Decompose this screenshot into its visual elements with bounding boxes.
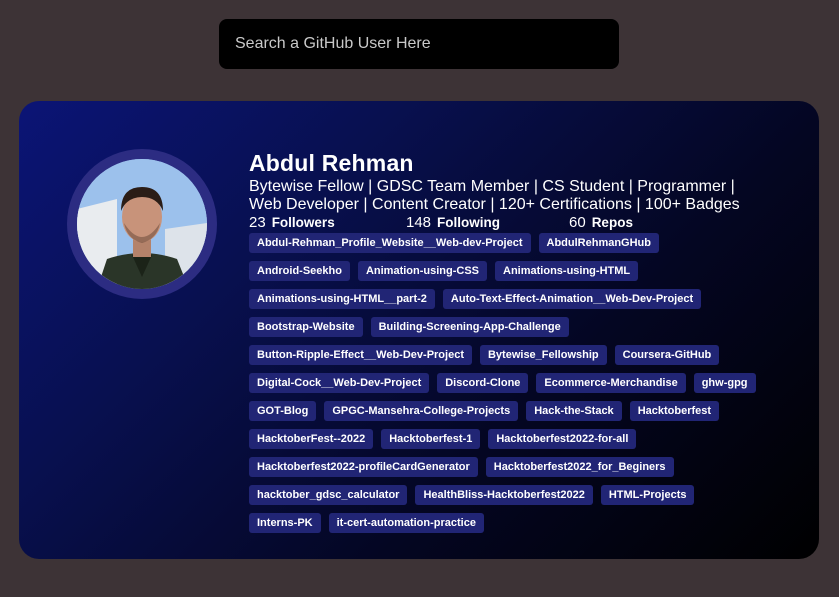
following-count: 148 — [406, 214, 432, 231]
repo-link[interactable]: Auto-Text-Effect-Animation__Web-Dev-Proj… — [442, 289, 702, 309]
repo-link[interactable]: AbdulRehmanGHub — [538, 233, 659, 253]
repo-link[interactable]: HealthBliss-Hacktoberfest2022 — [415, 485, 593, 505]
repo-link[interactable]: Hacktoberfest2022-profileCardGenerator — [249, 457, 478, 477]
repo-link[interactable]: hacktober_gdsc_calculator — [249, 485, 408, 505]
repo-link[interactable]: HTML-Projects — [600, 485, 695, 505]
profile-bio: Bytewise Fellow | GDSC Team Member | CS … — [249, 178, 740, 213]
repo-link[interactable]: it-cert-automation-practice — [328, 513, 484, 533]
followers-count: 23 — [249, 214, 266, 231]
repo-link[interactable]: Abdul-Rehman_Profile_Website__Web-dev-Pr… — [249, 233, 531, 253]
followers-stat: 23 Followers — [249, 215, 406, 231]
repo-link[interactable]: Hacktoberfest — [629, 401, 720, 421]
repo-link[interactable]: GOT-Blog — [249, 401, 317, 421]
repo-link[interactable]: GPGC-Mansehra-College-Projects — [324, 401, 519, 421]
repos-stat: 60 Repos — [569, 215, 633, 231]
repo-link[interactable]: Animations-using-HTML__part-2 — [249, 289, 435, 309]
repo-link[interactable]: Discord-Clone — [437, 373, 529, 393]
repos-label: Repos — [591, 215, 633, 230]
repo-link[interactable]: Bootstrap-Website — [249, 317, 363, 337]
repo-link[interactable]: Hacktoberfest2022-for-all — [488, 429, 637, 449]
repo-link[interactable]: Button-Ripple-Effect__Web-Dev-Project — [249, 345, 472, 365]
avatar — [77, 159, 207, 289]
repo-link[interactable]: Interns-PK — [249, 513, 321, 533]
repo-link[interactable]: Bytewise_Fellowship — [479, 345, 607, 365]
following-label: Following — [437, 215, 501, 230]
repo-link[interactable]: Animations-using-HTML — [495, 261, 639, 281]
profile-name: Abdul Rehman — [249, 150, 414, 176]
repo-link[interactable]: HacktoberFest--2022 — [249, 429, 374, 449]
repo-link[interactable]: Animation-using-CSS — [357, 261, 488, 281]
repo-link[interactable]: ghw-gpg — [693, 373, 756, 393]
avatar-ring — [67, 149, 217, 299]
repo-link[interactable]: Android-Seekho — [249, 261, 350, 281]
repos-count: 60 — [569, 214, 586, 231]
followers-label: Followers — [271, 215, 335, 230]
repo-link[interactable]: Building-Screening-App-Challenge — [370, 317, 569, 337]
repo-link[interactable]: Hack-the-Stack — [526, 401, 622, 421]
repo-list: Abdul-Rehman_Profile_Website__Web-dev-Pr… — [249, 233, 769, 541]
profile-card: Abdul Rehman Bytewise Fellow | GDSC Team… — [19, 101, 819, 559]
repo-link[interactable]: Digital-Cock__Web-Dev-Project — [249, 373, 430, 393]
repo-link[interactable]: Hacktoberfest2022_for_Beginers — [485, 457, 674, 477]
search-input[interactable] — [219, 19, 619, 69]
following-stat: 148 Following — [406, 215, 569, 231]
repo-link[interactable]: Coursera-GitHub — [614, 345, 720, 365]
profile-stats: 23 Followers 148 Following 60 Repos — [249, 215, 769, 231]
repo-link[interactable]: Hacktoberfest-1 — [381, 429, 481, 449]
search-bar[interactable] — [219, 19, 619, 69]
repo-link[interactable]: Ecommerce-Merchandise — [536, 373, 686, 393]
profile-info: Abdul Rehman Bytewise Fellow | GDSC Team… — [249, 149, 769, 541]
